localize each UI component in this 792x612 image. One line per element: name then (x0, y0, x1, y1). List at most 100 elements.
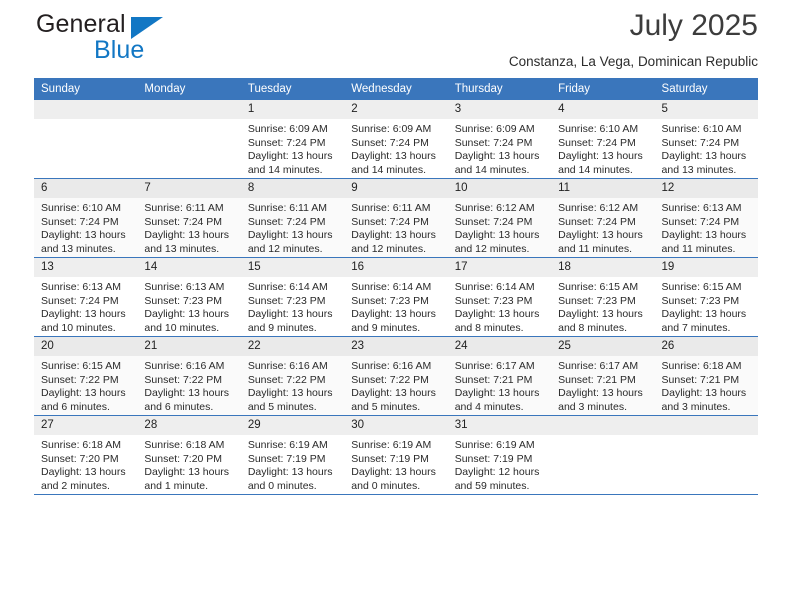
calendar-day-cell[interactable]: 1 Sunrise: 6:09 AM Sunset: 7:24 PM Daylight… (240, 100, 345, 179)
calendar-day-cell[interactable]: 8 Sunrise: 6:11 AM Sunset: 7:24 PM Daylight… (240, 178, 345, 258)
calendar-day-cell[interactable]: 16 Sunrise: 6:14 AM Sunset: 7:23 PM Dayligh… (344, 257, 448, 337)
title-block: July 2025 Constanza, La Vega, Dominican … (238, 0, 758, 72)
calendar-day-cell[interactable]: 10 Sunrise: 6:12 AM Sunset: 7:24 PM Dayligh… (447, 178, 552, 258)
sunset-text: Sunset: 7:24 PM (661, 215, 740, 228)
calendar-day-cell[interactable]: 24 Sunrise: 6:17 AM Sunset: 7:21 PM Dayligh… (447, 336, 552, 416)
day-sun-info: Sunrise: 6:09 AM Sunset: 7:24 PM Daylight:… (344, 119, 447, 177)
day-number: 3 (447, 100, 552, 119)
calendar-day-cell[interactable]: 15 Sunrise: 6:14 AM Sunset: 7:23 PM Dayligh… (240, 257, 345, 337)
day-sun-info: Sunrise: 6:10 AM Sunset: 7:24 PM Daylight:… (551, 119, 654, 177)
calendar-day-cell[interactable]: 28 Sunrise: 6:18 AM Sunset: 7:20 PM Dayligh… (137, 415, 241, 495)
sunset-text: Sunset: 7:24 PM (247, 215, 326, 228)
calendar-day-cell[interactable]: 12 Sunrise: 6:13 AM Sunset: 7:24 PM Dayligh… (654, 178, 758, 258)
sunset-text: Sunset: 7:24 PM (247, 136, 326, 149)
calendar-day-cell[interactable]: 29 Sunrise: 6:19 AM Sunset: 7:19 PM Dayligh… (240, 415, 345, 495)
calendar-day-cell[interactable]: 11 Sunrise: 6:12 AM Sunset: 7:24 PM Dayligh… (551, 178, 655, 258)
calendar-day-cell[interactable]: 4 Sunrise: 6:10 AM Sunset: 7:24 PM Daylight… (551, 100, 655, 179)
sunrise-text: Sunrise: 6:13 AM (41, 281, 121, 293)
day-sun-info: Sunrise: 6:16 AM Sunset: 7:22 PM Daylight:… (344, 356, 447, 414)
sunset-text: Sunset: 7:22 PM (41, 373, 119, 386)
weekday-header-row: Sunday Monday Tuesday Wednesday Thursday Frid… (34, 78, 758, 100)
calendar-day-cell[interactable]: 30 Sunrise: 6:19 AM Sunset: 7:19 PM Dayligh… (344, 415, 448, 495)
sunset-text: Sunset: 7:22 PM (144, 373, 223, 386)
day-sun-info: Sunrise: 6:13 AM Sunset: 7:23 PM Daylight:… (137, 277, 240, 335)
day-sun-info: Sunrise: 6:18 AM Sunset: 7:20 PM Daylight:… (137, 435, 240, 493)
sunrise-text: Sunrise: 6:11 AM (351, 202, 431, 214)
daylight-text: Daylight: 13 hours and 10 minutes. (144, 308, 230, 334)
day-sun-info: Sunrise: 6:19 AM Sunset: 7:19 PM Daylight:… (241, 435, 344, 493)
day-number: 14 (137, 258, 241, 277)
calendar-day-cell[interactable]: 6 Sunrise: 6:10 AM Sunset: 7:24 PM Daylight… (34, 178, 138, 258)
sunrise-text: Sunrise: 6:16 AM (247, 360, 328, 372)
day-sun-info: Sunrise: 6:19 AM Sunset: 7:19 PM Daylight:… (448, 435, 551, 493)
day-sun-info: Sunrise: 6:17 AM Sunset: 7:21 PM Daylight:… (448, 356, 551, 414)
calendar-day-cell[interactable]: 31 Sunrise: 6:19 AM Sunset: 7:19 PM Dayligh… (447, 415, 552, 495)
day-number: 17 (447, 258, 552, 277)
daylight-text: Daylight: 13 hours and 12 minutes. (351, 229, 436, 255)
calendar-day-cell[interactable]: 5 Sunrise: 6:10 AM Sunset: 7:24 PM Daylight… (654, 100, 758, 179)
day-number: 25 (551, 337, 655, 356)
sunset-text: Sunset: 7:23 PM (247, 294, 326, 307)
daylight-text: Daylight: 13 hours and 5 minutes. (247, 387, 333, 413)
calendar-day-cell[interactable]: 14 Sunrise: 6:13 AM Sunset: 7:23 PM Dayligh… (137, 257, 241, 337)
sunrise-text: Sunrise: 6:18 AM (661, 360, 742, 372)
day-number: 19 (654, 258, 758, 277)
calendar-day-cell[interactable]: 19 Sunrise: 6:15 AM Sunset: 7:23 PM Dayligh… (654, 257, 758, 337)
calendar-day-cell[interactable]: 7 Sunrise: 6:11 AM Sunset: 7:24 PM Daylight… (137, 178, 241, 258)
location-subtitle: Constanza, La Vega, Dominican Republic (508, 54, 758, 69)
calendar-day-cell[interactable]: 20 Sunrise: 6:15 AM Sunset: 7:22 PM Dayligh… (34, 336, 138, 416)
calendar-day-cell[interactable]: 23 Sunrise: 6:16 AM Sunset: 7:22 PM Dayligh… (344, 336, 448, 416)
daylight-text: Daylight: 13 hours and 9 minutes. (351, 308, 436, 334)
daylight-text: Daylight: 13 hours and 11 minutes. (661, 229, 747, 255)
calendar-day-cell[interactable]: 21 Sunrise: 6:16 AM Sunset: 7:22 PM Dayligh… (137, 336, 241, 416)
calendar-day-cell-empty (137, 100, 241, 179)
sunset-text: Sunset: 7:23 PM (454, 294, 533, 307)
day-number: 15 (240, 258, 345, 277)
day-sun-info: Sunrise: 6:15 AM Sunset: 7:23 PM Daylight:… (551, 277, 654, 335)
weekday-header-sunday: Sunday (34, 78, 138, 100)
sunrise-text: Sunrise: 6:12 AM (454, 202, 535, 214)
daylight-text: Daylight: 13 hours and 8 minutes. (558, 308, 643, 334)
general-blue-logo[interactable]: General Blue (34, 10, 264, 66)
calendar-day-cell[interactable]: 13 Sunrise: 6:13 AM Sunset: 7:24 PM Dayligh… (34, 257, 138, 337)
page-title: July 2025 (629, 9, 758, 42)
calendar-day-cell[interactable]: 22 Sunrise: 6:16 AM Sunset: 7:22 PM Dayligh… (240, 336, 345, 416)
sunrise-text: Sunrise: 6:10 AM (558, 123, 639, 135)
day-sun-info: Sunrise: 6:18 AM Sunset: 7:21 PM Daylight:… (655, 356, 758, 414)
day-number (654, 416, 758, 435)
sunrise-text: Sunrise: 6:11 AM (144, 202, 224, 214)
day-sun-info: Sunrise: 6:13 AM Sunset: 7:24 PM Daylight:… (655, 198, 758, 256)
weekday-header-tuesday: Tuesday (240, 78, 345, 100)
calendar-day-cell[interactable]: 17 Sunrise: 6:14 AM Sunset: 7:23 PM Dayligh… (447, 257, 552, 337)
calendar-day-cell[interactable]: 18 Sunrise: 6:15 AM Sunset: 7:23 PM Dayligh… (551, 257, 655, 337)
weekday-header-wednesday: Wednesday (344, 78, 448, 100)
calendar-day-cell[interactable]: 25 Sunrise: 6:17 AM Sunset: 7:21 PM Dayligh… (551, 336, 655, 416)
sunset-text: Sunset: 7:24 PM (144, 215, 223, 228)
sunset-text: Sunset: 7:19 PM (247, 452, 326, 465)
sunset-text: Sunset: 7:24 PM (661, 136, 740, 149)
daylight-text: Daylight: 13 hours and 8 minutes. (454, 308, 540, 334)
day-number: 31 (447, 416, 552, 435)
calendar-day-cell[interactable]: 27 Sunrise: 6:18 AM Sunset: 7:20 PM Dayligh… (34, 415, 138, 495)
day-number: 22 (240, 337, 345, 356)
sunrise-text: Sunrise: 6:14 AM (454, 281, 535, 293)
calendar-week-row: 6 Sunrise: 6:10 AM Sunset: 7:24 PM Daylight… (34, 178, 758, 258)
day-sun-info: Sunrise: 6:14 AM Sunset: 7:23 PM Daylight:… (344, 277, 447, 335)
calendar-day-cell[interactable]: 3 Sunrise: 6:09 AM Sunset: 7:24 PM Daylight… (447, 100, 552, 179)
day-sun-info: Sunrise: 6:12 AM Sunset: 7:24 PM Daylight:… (551, 198, 654, 256)
day-sun-info: Sunrise: 6:14 AM Sunset: 7:23 PM Daylight:… (241, 277, 344, 335)
calendar-day-cell[interactable]: 26 Sunrise: 6:18 AM Sunset: 7:21 PM Dayligh… (654, 336, 758, 416)
day-number: 28 (137, 416, 241, 435)
calendar-week-row: 20 Sunrise: 6:15 AM Sunset: 7:22 PM Dayligh… (34, 336, 758, 416)
calendar-day-cell[interactable]: 9 Sunrise: 6:11 AM Sunset: 7:24 PM Daylight… (344, 178, 448, 258)
calendar-week-row: 13 Sunrise: 6:13 AM Sunset: 7:24 PM Dayligh… (34, 257, 758, 337)
sunrise-sunset-calendar-table: Sunday Monday Tuesday Wednesday Thursday Frid… (34, 78, 758, 495)
sunset-text: Sunset: 7:24 PM (558, 215, 636, 228)
day-number: 29 (240, 416, 345, 435)
day-number: 10 (447, 179, 552, 198)
sunset-text: Sunset: 7:19 PM (454, 452, 533, 465)
day-number: 26 (654, 337, 758, 356)
sunrise-text: Sunrise: 6:19 AM (247, 439, 328, 451)
calendar-day-cell[interactable]: 2 Sunrise: 6:09 AM Sunset: 7:24 PM Daylight… (344, 100, 448, 179)
daylight-text: Daylight: 13 hours and 12 minutes. (247, 229, 333, 255)
